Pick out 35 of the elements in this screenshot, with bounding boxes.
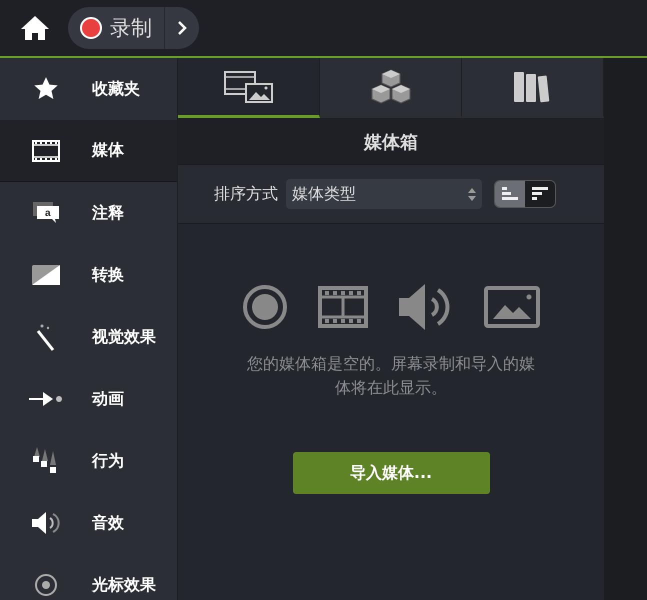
sidebar-item[interactable]: 媒体 xyxy=(0,120,177,182)
record-circle-icon xyxy=(242,284,288,330)
star-icon xyxy=(33,76,59,102)
film-strip-icon xyxy=(318,286,368,328)
sort-label: 排序方式 xyxy=(214,184,278,204)
sidebar-item[interactable]: 转换 xyxy=(0,244,177,306)
transition-icon xyxy=(32,265,60,285)
bars-left-icon xyxy=(502,187,518,201)
import-media-button[interactable]: 导入媒体... xyxy=(292,452,490,494)
film-and-picture-icon xyxy=(224,70,274,102)
empty-message: 您的媒体箱是空的。屏幕录制和导入的媒体将在此显示。 xyxy=(246,353,536,399)
chevron-right-icon xyxy=(177,20,187,36)
sidebar-item[interactable]: 收藏夹 xyxy=(0,58,177,120)
sidebar-item[interactable]: 行为 xyxy=(0,430,177,492)
sidebar-item[interactable]: 光标效果 xyxy=(0,554,177,600)
film-strip-icon xyxy=(32,140,60,162)
tab[interactable] xyxy=(320,58,462,118)
panel-title: 媒体箱 xyxy=(178,118,604,164)
cursor-target-icon xyxy=(34,573,58,597)
sidebar-item[interactable]: a 注释 xyxy=(0,182,177,244)
tab[interactable] xyxy=(178,58,320,118)
stepper-arrows-icon xyxy=(468,188,476,200)
sort-dropdown[interactable]: 媒体类型 xyxy=(286,179,482,209)
sidebar-item[interactable]: 动画 xyxy=(0,368,177,430)
home-icon[interactable] xyxy=(20,15,50,41)
sidebar-item[interactable]: 视觉效果 xyxy=(0,306,177,368)
picture-icon xyxy=(484,286,540,328)
view-toggle[interactable] xyxy=(525,181,555,207)
view-toggle[interactable] xyxy=(495,181,525,207)
sidebar-item[interactable]: 音效 xyxy=(0,492,177,554)
arrow-icon xyxy=(29,391,63,407)
cubes-icon xyxy=(368,68,412,104)
bars-right-icon xyxy=(532,187,548,201)
tab[interactable] xyxy=(462,58,604,118)
speaker-icon xyxy=(31,511,61,535)
